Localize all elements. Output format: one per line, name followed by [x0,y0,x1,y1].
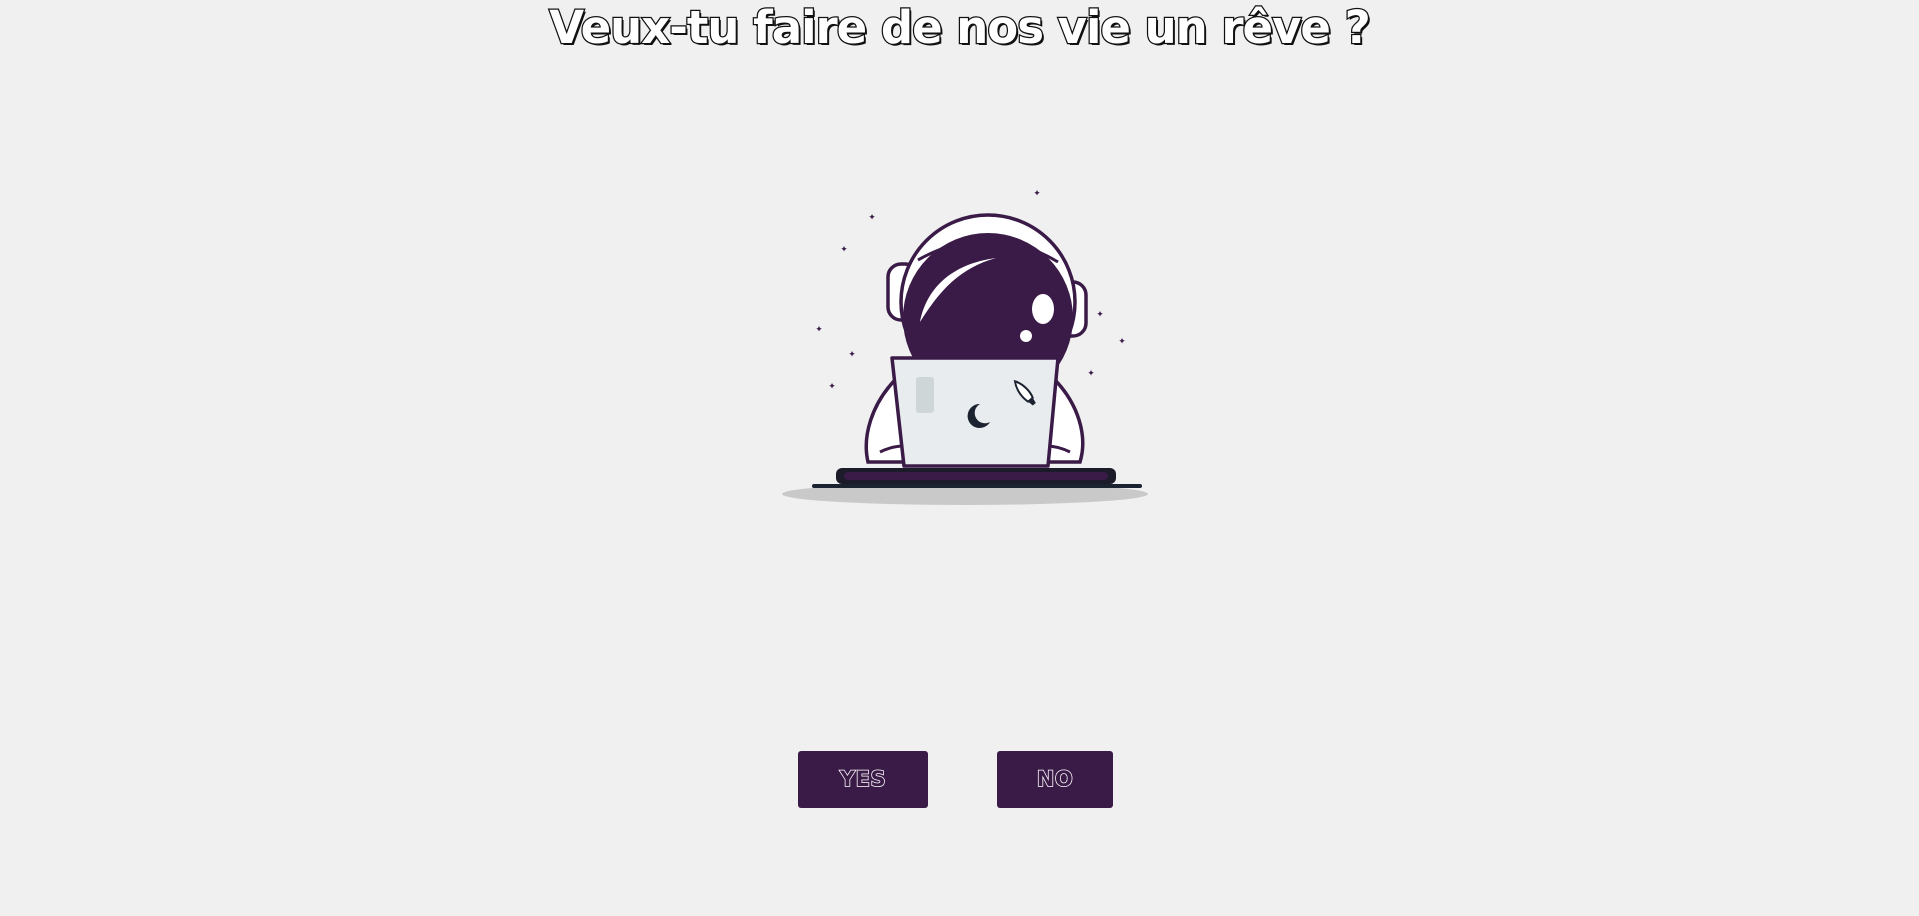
star-icon: ✦ [1087,369,1095,379]
star-icon: ✦ [848,350,856,360]
star-icon: ✦ [1033,189,1041,199]
star-icon: ✦ [840,245,848,255]
astronaut-illustration: ✦ ✦ ✦ ✦ ✦ ✦ ✦ ✦ ✦ [775,180,1155,510]
page-title: Veux-tu faire de nos vie un rêve ? [548,0,1372,55]
star-icon: ✦ [815,325,823,335]
star-icon: ✦ [1118,337,1126,347]
yes-button[interactable]: YES [798,751,928,808]
no-button[interactable]: NO [997,751,1113,808]
star-icon: ✦ [868,213,876,223]
star-icon: ✦ [828,382,836,392]
star-icon: ✦ [1096,310,1104,320]
